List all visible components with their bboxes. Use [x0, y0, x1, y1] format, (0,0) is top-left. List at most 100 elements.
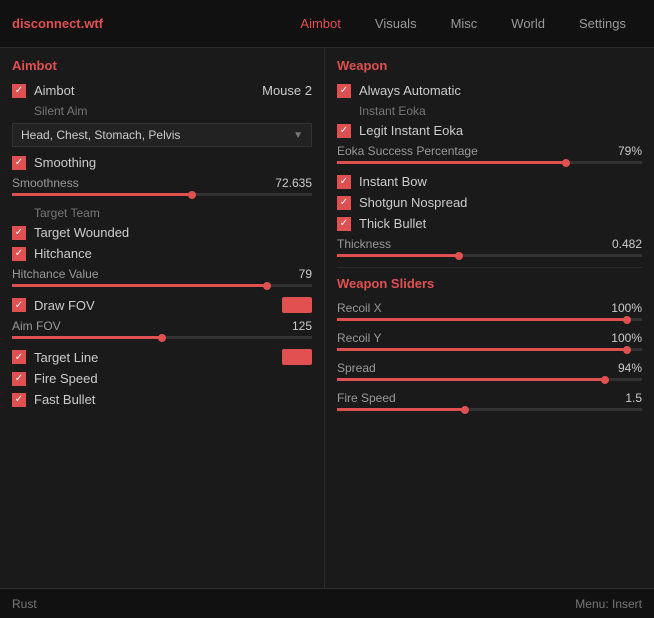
target-dropdown[interactable]: Head, Chest, Stomach, Pelvis ▼ [12, 123, 312, 147]
smoothness-thumb[interactable] [188, 191, 196, 199]
eoka-success-thumb[interactable] [562, 159, 570, 167]
thickness-fill [337, 254, 459, 257]
recoil-y-track[interactable] [337, 348, 642, 351]
legit-instant-eoka-checkbox[interactable] [337, 124, 351, 138]
aimbot-label: Aimbot [34, 83, 74, 98]
recoil-y-value: 100% [611, 331, 642, 345]
fast-bullet-checkbox[interactable] [12, 393, 26, 407]
smoothing-checkbox[interactable] [12, 156, 26, 170]
eoka-success-slider-container: Eoka Success Percentage 79% [337, 144, 642, 164]
draw-fov-toggle[interactable] [282, 297, 312, 313]
thickness-track[interactable] [337, 254, 642, 257]
always-automatic-label: Always Automatic [359, 83, 461, 98]
hitchance-row: Hitchance [12, 246, 312, 261]
spread-slider-container: Spread 94% [337, 361, 642, 381]
recoil-y-fill [337, 348, 627, 351]
fire-speed-thumb[interactable] [461, 406, 469, 414]
smoothing-label: Smoothing [34, 155, 96, 170]
fire-speed-fill [337, 408, 465, 411]
hitchance-fill [12, 284, 267, 287]
spread-thumb[interactable] [601, 376, 609, 384]
aim-fov-row: Aim FOV 125 [12, 319, 312, 333]
shotgun-nospread-label: Shotgun Nospread [359, 195, 467, 210]
recoil-y-label: Recoil Y [337, 331, 381, 345]
target-line-toggle[interactable] [282, 349, 312, 365]
fire-speed-checkbox[interactable] [12, 372, 26, 386]
fire-speed-track[interactable] [337, 408, 642, 411]
spread-track[interactable] [337, 378, 642, 381]
smoothness-track[interactable] [12, 193, 312, 196]
recoil-x-slider-container: Recoil X 100% [337, 301, 642, 321]
spread-label: Spread [337, 361, 376, 375]
nav-tabs: Aimbot Visuals Misc World Settings [284, 10, 642, 37]
instant-eoka-label: Instant Eoka [337, 104, 642, 118]
smoothing-row: Smoothing [12, 155, 312, 170]
recoil-x-track[interactable] [337, 318, 642, 321]
fire-speed-label: Fire Speed [34, 371, 98, 386]
eoka-success-track[interactable] [337, 161, 642, 164]
recoil-x-label: Recoil X [337, 301, 382, 315]
recoil-y-header: Recoil Y 100% [337, 331, 642, 345]
eoka-success-fill [337, 161, 566, 164]
thick-bullet-row: Thick Bullet [337, 216, 642, 231]
always-automatic-checkbox[interactable] [337, 84, 351, 98]
fire-speed-ws-value: 1.5 [625, 391, 642, 405]
tab-world[interactable]: World [495, 10, 561, 37]
tab-aimbot[interactable]: Aimbot [284, 10, 356, 37]
target-team-label: Target Team [12, 206, 312, 220]
thickness-value: 0.482 [612, 237, 642, 251]
draw-fov-checkbox[interactable] [12, 298, 26, 312]
hitchance-checkbox[interactable] [12, 247, 26, 261]
recoil-x-thumb[interactable] [623, 316, 631, 324]
aim-fov-track[interactable] [12, 336, 312, 339]
hitchance-value-row: Hitchance Value 79 [12, 267, 312, 281]
aim-fov-value: 125 [292, 319, 312, 333]
weapon-section-title: Weapon [337, 58, 642, 73]
aim-fov-thumb[interactable] [158, 334, 166, 342]
fire-speed-header: Fire Speed 1.5 [337, 391, 642, 405]
smoothness-fill [12, 193, 192, 196]
aimbot-section-title: Aimbot [12, 58, 312, 73]
aimbot-row: Aimbot Mouse 2 [12, 83, 312, 98]
target-wounded-row: Target Wounded [12, 225, 312, 240]
shotgun-nospread-checkbox[interactable] [337, 196, 351, 210]
instant-bow-label: Instant Bow [359, 174, 427, 189]
right-panel: Weapon Always Automatic Instant Eoka Leg… [325, 48, 654, 588]
thickness-thumb[interactable] [455, 252, 463, 260]
tab-settings[interactable]: Settings [563, 10, 642, 37]
draw-fov-row: Draw FOV [12, 297, 312, 313]
eoka-success-row: Eoka Success Percentage 79% [337, 144, 642, 158]
hitchance-thumb[interactable] [263, 282, 271, 290]
hitchance-track[interactable] [12, 284, 312, 287]
tab-misc[interactable]: Misc [435, 10, 494, 37]
bottombar: Rust Menu: Insert [0, 588, 654, 618]
recoil-x-value: 100% [611, 301, 642, 315]
target-line-label: Target Line [34, 350, 98, 365]
eoka-success-label: Eoka Success Percentage [337, 144, 478, 158]
smoothness-value: 72.635 [275, 176, 312, 190]
recoil-y-thumb[interactable] [623, 346, 631, 354]
target-line-checkbox[interactable] [12, 350, 26, 364]
aimbot-checkbox[interactable] [12, 84, 26, 98]
weapon-sliders-title: Weapon Sliders [337, 276, 642, 291]
topbar: disconnect.wtf Aimbot Visuals Misc World… [0, 0, 654, 48]
tab-visuals[interactable]: Visuals [359, 10, 433, 37]
instant-bow-checkbox[interactable] [337, 175, 351, 189]
fire-speed-slider-container: Fire Speed 1.5 [337, 391, 642, 411]
fast-bullet-row: Fast Bullet [12, 392, 312, 407]
thick-bullet-checkbox[interactable] [337, 217, 351, 231]
target-wounded-label: Target Wounded [34, 225, 129, 240]
thickness-row: Thickness 0.482 [337, 237, 642, 251]
smoothness-slider-container: Smoothness 72.635 [12, 176, 312, 196]
spread-header: Spread 94% [337, 361, 642, 375]
main-area: Aimbot Aimbot Mouse 2 Silent Aim Head, C… [0, 48, 654, 588]
aimbot-value: Mouse 2 [262, 83, 312, 98]
target-wounded-checkbox[interactable] [12, 226, 26, 240]
thickness-label: Thickness [337, 237, 391, 251]
instant-bow-row: Instant Bow [337, 174, 642, 189]
fire-speed-row: Fire Speed [12, 371, 312, 386]
aim-fov-label: Aim FOV [12, 319, 61, 333]
spread-value: 94% [618, 361, 642, 375]
bottom-left-text: Rust [12, 597, 37, 611]
aim-fov-fill [12, 336, 162, 339]
